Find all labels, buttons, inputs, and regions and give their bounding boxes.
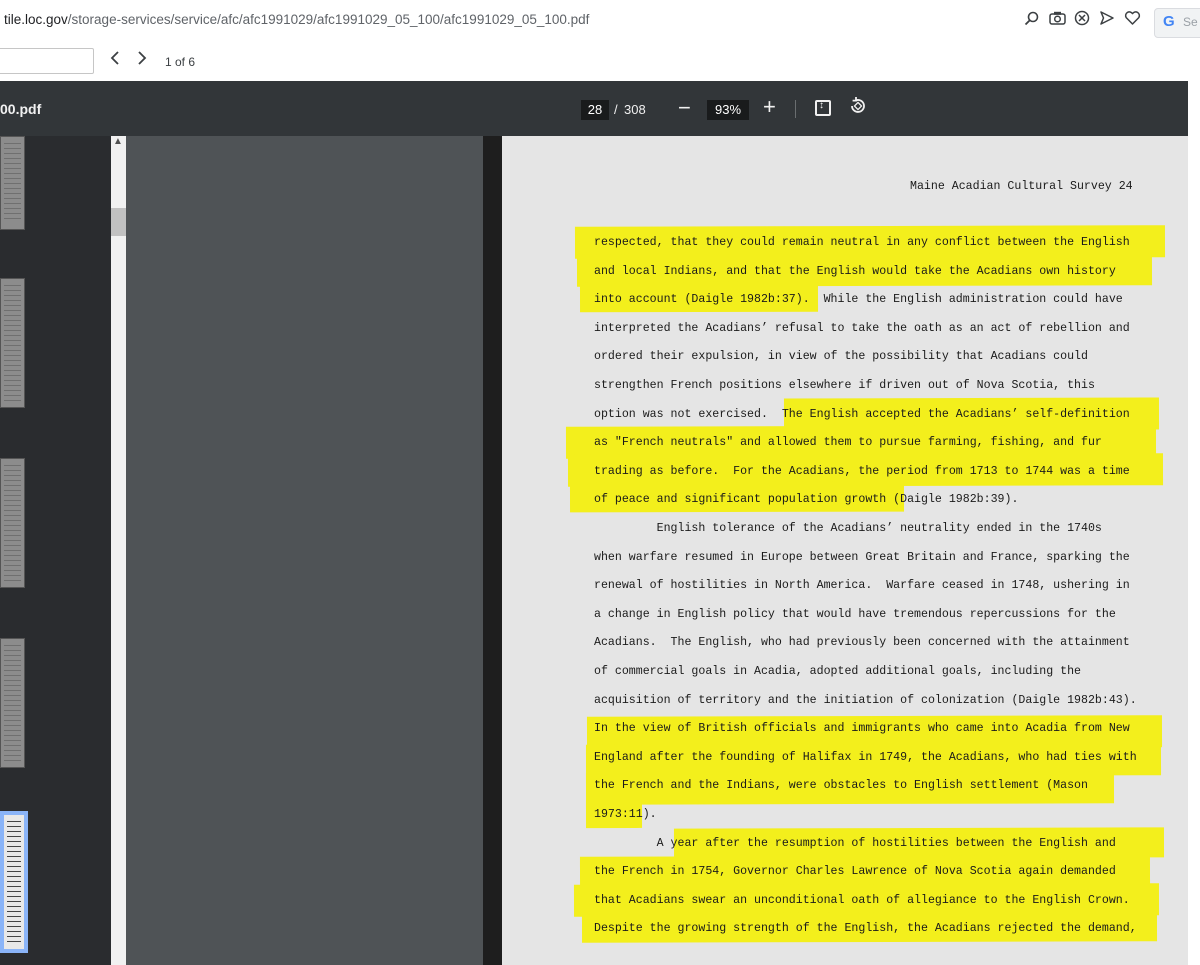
document-line: option was not exercised. The English ac… bbox=[594, 407, 1130, 421]
page-thumbnail[interactable] bbox=[0, 458, 25, 588]
document-line: A year after the resumption of hostiliti… bbox=[594, 836, 1116, 850]
document-line: respected, that they could remain neutra… bbox=[594, 236, 1130, 249]
browser-toolbar: tile.loc.gov/storage-services/service/af… bbox=[0, 0, 1200, 81]
find-next-button[interactable] bbox=[136, 50, 148, 71]
document-line: strengthen French positions elsewhere if… bbox=[594, 379, 1095, 392]
window-edge bbox=[1188, 81, 1200, 965]
document-line: the French in 1754, Governor Charles Law… bbox=[594, 865, 1116, 879]
google-search-box[interactable]: G Se bbox=[1154, 8, 1200, 38]
page-thumbnail[interactable] bbox=[0, 136, 25, 230]
search-hint: Se bbox=[1183, 15, 1198, 29]
document-line: of commercial goals in Acadia, adopted a… bbox=[594, 665, 1082, 678]
page-gutter bbox=[483, 136, 502, 965]
zoom-icon[interactable] bbox=[1022, 10, 1042, 30]
chevron-left-icon bbox=[110, 51, 119, 65]
document-line: acquisition of territory and the initiat… bbox=[594, 693, 1137, 707]
document-line: when warfare resumed in Europe between G… bbox=[594, 550, 1130, 564]
page-header: Maine Acadian Cultural Survey 24 bbox=[910, 180, 1133, 193]
address-bar[interactable]: tile.loc.gov/storage-services/service/af… bbox=[4, 12, 589, 27]
pdf-page: Maine Acadian Cultural Survey 24 respect… bbox=[502, 136, 1188, 965]
document-line: and local Indians, and that the English … bbox=[594, 264, 1116, 278]
find-input[interactable] bbox=[0, 48, 94, 74]
document-line: trading as before. For the Acadians, the… bbox=[594, 464, 1130, 478]
sidebar-scrollbar-thumb[interactable] bbox=[111, 208, 126, 236]
close-circle-icon[interactable] bbox=[1072, 10, 1092, 30]
sidebar-scrollbar[interactable] bbox=[111, 136, 126, 965]
google-icon: G bbox=[1163, 13, 1175, 30]
zoom-level-input[interactable]: 93% bbox=[707, 100, 749, 120]
document-line: Despite the growing strength of the Engl… bbox=[594, 922, 1137, 936]
page-number-input[interactable]: 28 bbox=[581, 100, 609, 120]
page-thumbnail[interactable] bbox=[0, 638, 25, 768]
document-line: In the view of British officials and imm… bbox=[594, 722, 1130, 736]
rotate-icon[interactable] bbox=[848, 96, 868, 122]
page-separator: / bbox=[614, 102, 618, 117]
pdf-page-left bbox=[126, 136, 483, 965]
document-line: English tolerance of the Acadians’ neutr… bbox=[594, 522, 1102, 535]
page-thumbnail[interactable] bbox=[0, 278, 25, 408]
document-line: Acadians. The English, who had previousl… bbox=[594, 636, 1130, 650]
page-thumbnail-selected[interactable] bbox=[0, 811, 28, 953]
fit-page-icon[interactable] bbox=[815, 100, 831, 116]
document-line: the French and the Indians, were obstacl… bbox=[594, 779, 1088, 793]
pdf-filename: 00.pdf bbox=[0, 101, 42, 117]
find-match-count: 1 of 6 bbox=[165, 55, 196, 69]
document-line: interpreted the Acadians’ refusal to tak… bbox=[594, 321, 1130, 335]
document-line: of peace and significant population grow… bbox=[594, 493, 1019, 507]
chevron-right-icon bbox=[138, 51, 147, 65]
document-line: renewal of hostilities in North America.… bbox=[594, 579, 1130, 593]
document-line: a change in English policy that would ha… bbox=[594, 607, 1116, 621]
url-host: tile.loc.gov bbox=[4, 12, 68, 27]
document-line: England after the founding of Halifax in… bbox=[594, 750, 1137, 764]
document-line: 1973:11). bbox=[594, 808, 657, 821]
heart-icon[interactable] bbox=[1122, 10, 1142, 30]
scroll-up-arrow-icon[interactable]: ▲ bbox=[113, 136, 123, 147]
document-line: ordered their expulsion, in view of the … bbox=[594, 350, 1088, 364]
zoom-in-button[interactable]: + bbox=[763, 94, 776, 120]
document-line: that Acadians swear an unconditional oat… bbox=[594, 893, 1130, 907]
pdf-toolbar: 00.pdf 28 / 308 − 93% + bbox=[0, 81, 1200, 136]
page-total: 308 bbox=[624, 102, 646, 117]
url-path: /storage-services/service/afc/afc1991029… bbox=[67, 12, 590, 27]
camera-icon[interactable] bbox=[1047, 10, 1067, 30]
document-line: into account (Daigle 1982b:37). While th… bbox=[594, 293, 1123, 307]
document-line: as "French neutrals" and allowed them to… bbox=[594, 436, 1102, 450]
send-icon[interactable] bbox=[1097, 10, 1117, 30]
find-previous-button[interactable] bbox=[109, 50, 121, 71]
toolbar-divider bbox=[795, 100, 796, 118]
zoom-out-button[interactable]: − bbox=[678, 95, 691, 121]
